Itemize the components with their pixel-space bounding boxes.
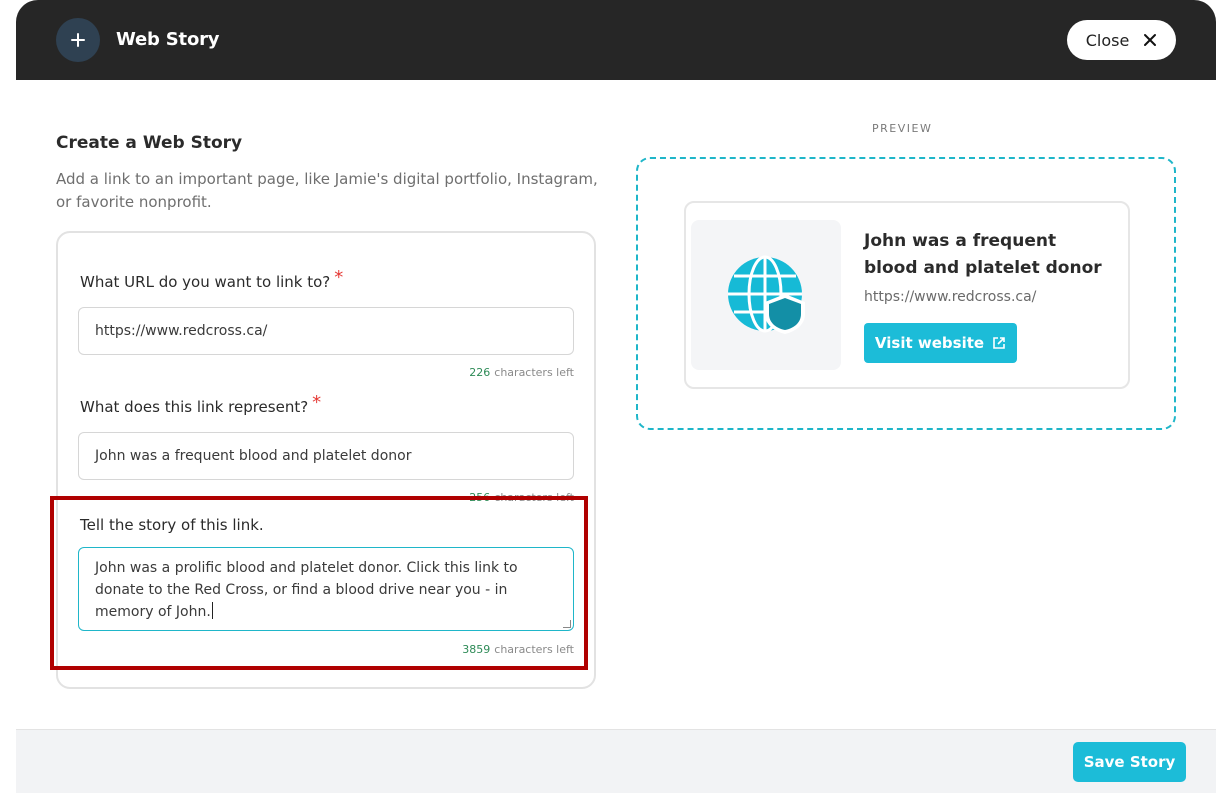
save-story-button[interactable]: Save Story <box>1073 742 1186 782</box>
form-card: What URL do you want to link to? * https:… <box>56 231 596 689</box>
form-heading: Create a Web Story <box>56 133 243 153</box>
url-counter: 226 characters left <box>469 366 574 379</box>
resize-handle[interactable] <box>563 620 571 628</box>
visit-website-button[interactable]: Visit website <box>864 323 1017 363</box>
story-counter-suffix: characters left <box>494 643 574 656</box>
required-mark: * <box>312 392 322 413</box>
preview-card: John was a frequent blood and platelet d… <box>684 201 1130 389</box>
preview-thumbnail <box>691 220 841 370</box>
url-input[interactable]: https://www.redcross.ca/ <box>78 307 574 355</box>
story-textarea-value: John was a prolific blood and platelet d… <box>95 560 518 620</box>
represent-input[interactable]: John was a frequent blood and platelet d… <box>78 432 574 480</box>
represent-counter-number: 256 <box>469 491 491 504</box>
visit-website-label: Visit website <box>874 334 985 352</box>
url-counter-number: 226 <box>469 366 491 379</box>
story-label: Tell the story of this link. <box>80 516 264 534</box>
close-label: Close <box>1085 30 1130 50</box>
text-cursor <box>211 602 213 619</box>
close-icon <box>1144 34 1157 46</box>
url-label: What URL do you want to link to? * <box>80 267 344 291</box>
globe-shield-icon <box>728 255 805 334</box>
form-description: Add a link to an important page, like Ja… <box>56 170 598 211</box>
preview-title: John was a frequent blood and platelet d… <box>864 231 1102 278</box>
story-counter-number: 3859 <box>462 643 491 656</box>
modal-footer: Save Story <box>16 729 1216 793</box>
url-input-value: https://www.redcross.ca/ <box>95 323 268 339</box>
modal-title: Web Story <box>116 29 220 50</box>
represent-counter-suffix: characters left <box>494 491 574 504</box>
web-story-modal: Web Story Close Create a Web Story Add a… <box>16 0 1216 793</box>
preview-frame: John was a frequent blood and platelet d… <box>636 157 1176 430</box>
modal-header: Web Story Close <box>16 0 1216 80</box>
close-button[interactable]: Close <box>1067 20 1176 60</box>
represent-label: What does this link represent? * <box>80 392 322 416</box>
story-counter: 3859 characters left <box>462 643 574 656</box>
preview-label: PREVIEW <box>872 122 933 135</box>
external-link-icon <box>993 337 1005 349</box>
add-button[interactable] <box>56 18 100 62</box>
required-mark: * <box>334 267 344 288</box>
story-textarea[interactable]: John was a prolific blood and platelet d… <box>78 547 574 631</box>
plus-icon <box>71 33 85 47</box>
represent-input-value: John was a frequent blood and platelet d… <box>95 448 412 464</box>
preview-url: https://www.redcross.ca/ <box>864 289 1037 305</box>
url-counter-suffix: characters left <box>494 366 574 379</box>
represent-counter: 256 characters left <box>469 491 574 504</box>
